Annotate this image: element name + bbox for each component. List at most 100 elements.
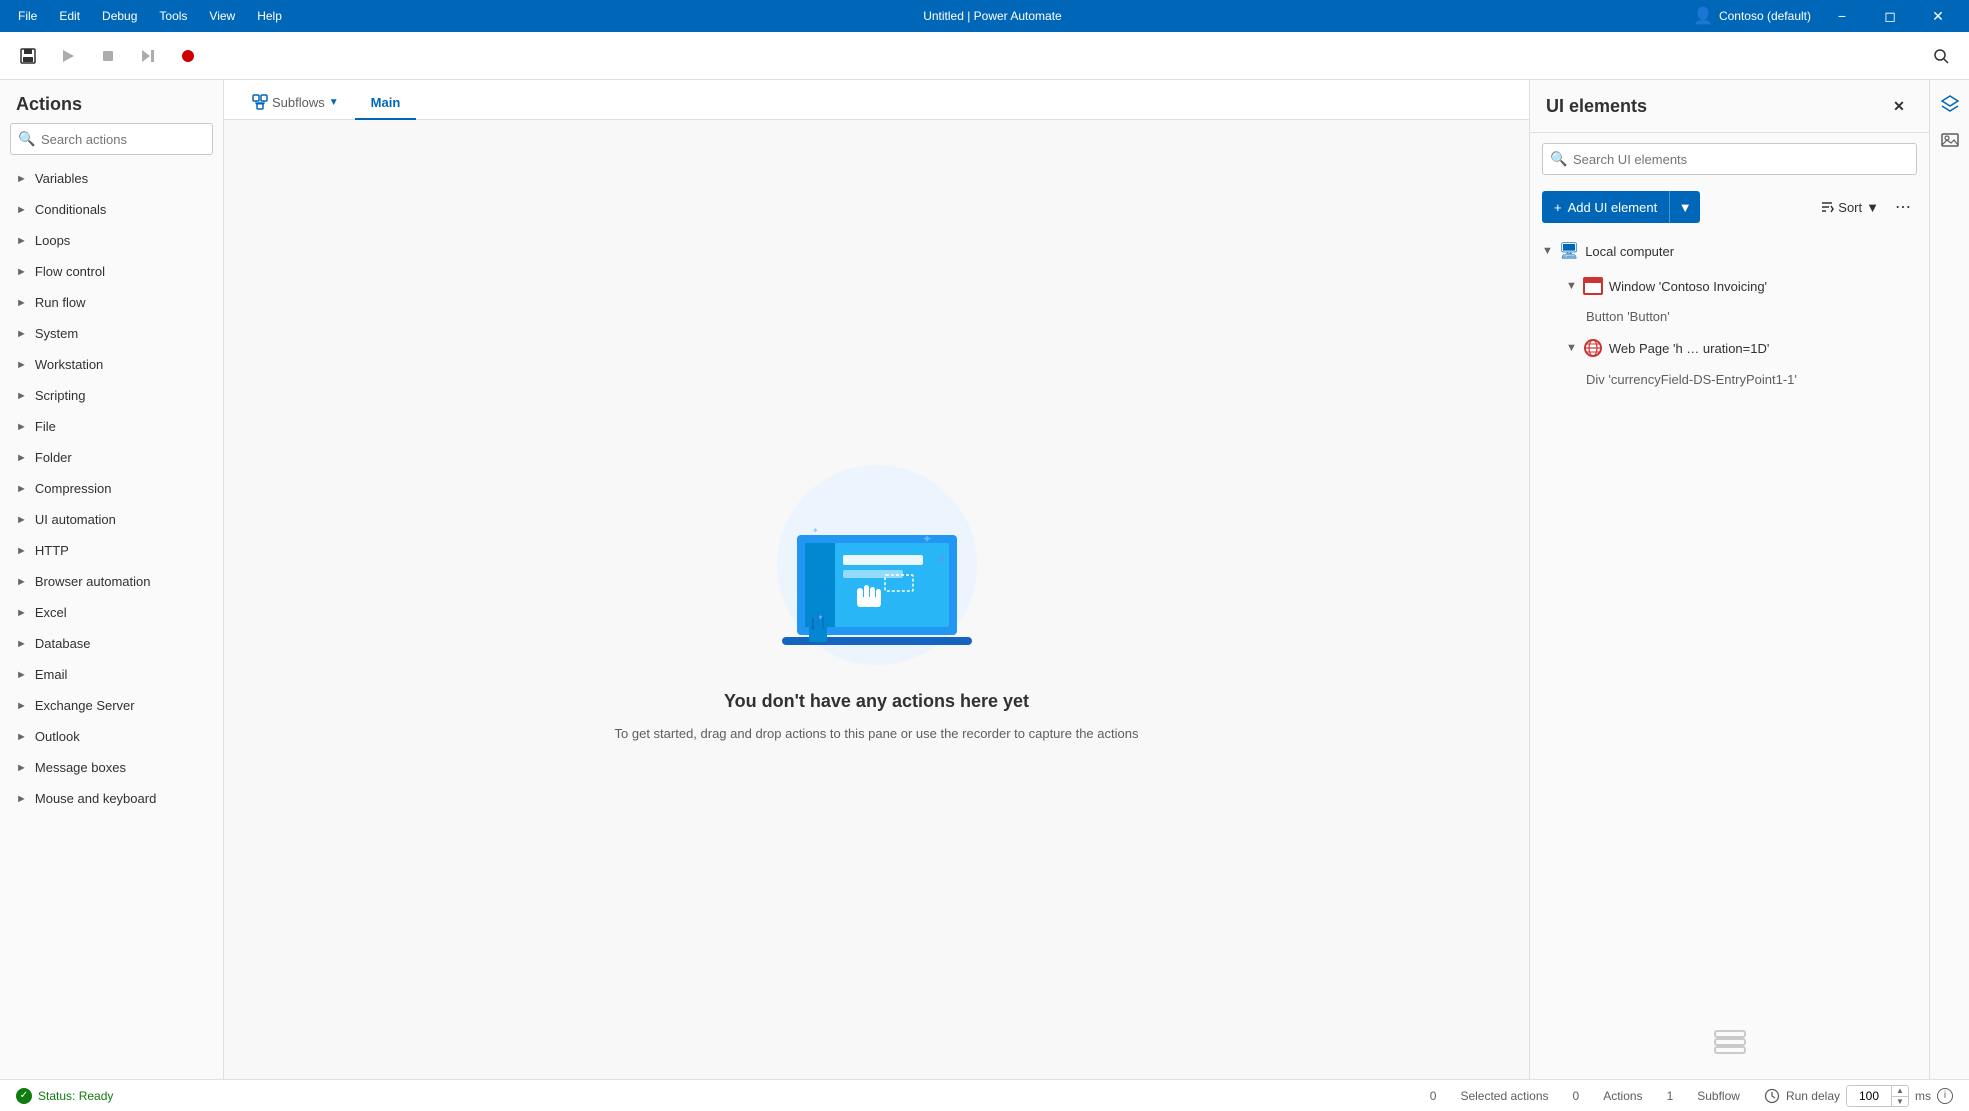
svg-text:✦: ✦ xyxy=(922,532,932,546)
menu-edit[interactable]: Edit xyxy=(49,5,90,27)
div-item-label: Div 'currencyField-DS-EntryPoint1-1' xyxy=(1586,372,1797,387)
ui-elements-header: UI elements ✕ xyxy=(1530,80,1929,133)
empty-state-title: You don't have any actions here yet xyxy=(724,691,1029,712)
app-body: Actions 🔍 ► Variables ► Conditionals ► L… xyxy=(0,32,1969,1111)
more-options-button[interactable]: ⋯ xyxy=(1889,193,1917,221)
image-sidebar-icon xyxy=(1940,130,1960,150)
action-item-scripting[interactable]: ► Scripting xyxy=(0,380,223,411)
tree-group-local: ▼ 🖥 Local computer ▼ Window 'Contoso Inv… xyxy=(1530,233,1929,397)
minimize-button[interactable]: − xyxy=(1819,0,1865,32)
action-item-mouse-keyboard[interactable]: ► Mouse and keyboard xyxy=(0,783,223,814)
chevron-right-icon: ► xyxy=(16,359,27,371)
close-button[interactable]: ✕ xyxy=(1915,0,1961,32)
sort-label: Sort xyxy=(1838,200,1862,215)
tab-subflows[interactable]: Subflows ▼ xyxy=(236,86,355,120)
svg-text:✦: ✦ xyxy=(935,552,948,569)
action-item-message-boxes[interactable]: ► Message boxes xyxy=(0,752,223,783)
toolbar xyxy=(0,32,1969,80)
chevron-right-icon: ► xyxy=(16,235,27,247)
action-item-browser-automation[interactable]: ► Browser automation xyxy=(0,566,223,597)
chevron-right-icon: ► xyxy=(16,607,27,619)
flow-tabs: Subflows ▼ Main xyxy=(224,80,1529,120)
globe-icon xyxy=(1583,338,1603,358)
account-info[interactable]: 👤 Contoso (default) xyxy=(1693,6,1811,26)
menu-tools[interactable]: Tools xyxy=(149,5,197,27)
tree-item-window[interactable]: ▼ Window 'Contoso Invoicing' xyxy=(1530,269,1929,303)
chevron-right-icon: ► xyxy=(16,514,27,526)
sort-controls: Sort ▼ ⋯ xyxy=(1814,193,1917,221)
menu-file[interactable]: File xyxy=(8,5,47,27)
run-delay-unit: ms xyxy=(1915,1089,1931,1103)
plus-icon: + xyxy=(1554,200,1562,215)
status-text: Status: Ready xyxy=(38,1089,113,1103)
chevron-right-icon: ► xyxy=(16,328,27,340)
ui-elements-tree: ▼ 🖥 Local computer ▼ Window 'Contoso Inv… xyxy=(1530,233,1929,999)
window-controls: − ◻ ✕ xyxy=(1819,0,1961,32)
chevron-right-icon: ► xyxy=(16,762,27,774)
run-delay-decrement[interactable]: ▼ xyxy=(1892,1096,1908,1107)
ui-elements-search-container: 🔍 xyxy=(1542,143,1917,175)
maximize-button[interactable]: ◻ xyxy=(1867,0,1913,32)
action-item-conditionals[interactable]: ► Conditionals xyxy=(0,194,223,225)
clock-icon xyxy=(1764,1088,1780,1104)
stop-button[interactable] xyxy=(92,40,124,72)
save-button[interactable] xyxy=(12,40,44,72)
menu-debug[interactable]: Debug xyxy=(92,5,147,27)
chevron-right-icon: ► xyxy=(16,669,27,681)
account-name: Contoso (default) xyxy=(1719,9,1811,23)
ui-elements-search-input[interactable] xyxy=(1542,143,1917,175)
tree-child-div[interactable]: Div 'currencyField-DS-EntryPoint1-1' xyxy=(1530,366,1929,393)
action-item-database[interactable]: ► Database xyxy=(0,628,223,659)
sort-chevron-icon: ▼ xyxy=(1866,200,1879,215)
subflow-label: Subflow xyxy=(1697,1089,1740,1103)
tree-child-button[interactable]: Button 'Button' xyxy=(1530,303,1929,330)
record-button[interactable] xyxy=(172,40,204,72)
action-item-variables[interactable]: ► Variables xyxy=(0,163,223,194)
add-ui-element-dropdown[interactable]: ▼ xyxy=(1670,191,1700,223)
sort-button[interactable]: Sort ▼ xyxy=(1814,196,1885,219)
action-item-compression[interactable]: ► Compression xyxy=(0,473,223,504)
tree-group-local-computer[interactable]: ▼ 🖥 Local computer xyxy=(1530,233,1929,269)
action-item-loops[interactable]: ► Loops xyxy=(0,225,223,256)
status-check-icon: ✓ xyxy=(16,1088,32,1104)
search-input[interactable] xyxy=(10,123,213,155)
window-icon xyxy=(1583,277,1603,295)
run-delay-info-icon[interactable]: i xyxy=(1937,1088,1953,1104)
action-item-flow-control[interactable]: ► Flow control xyxy=(0,256,223,287)
action-item-run-flow[interactable]: ► Run flow xyxy=(0,287,223,318)
window-item-label: Window 'Contoso Invoicing' xyxy=(1609,279,1767,294)
add-ui-element-button[interactable]: + Add UI element ▼ xyxy=(1542,191,1700,223)
run-button[interactable] xyxy=(52,40,84,72)
tree-item-webpage[interactable]: ▼ Web Page 'h … uration=1D' xyxy=(1530,330,1929,366)
empty-state: You don't have any actions here yet To g… xyxy=(615,691,1139,744)
chevron-right-icon: ► xyxy=(16,700,27,712)
search-toolbar-button[interactable] xyxy=(1925,40,1957,72)
action-item-system[interactable]: ► System xyxy=(0,318,223,349)
chevron-right-icon: ► xyxy=(16,204,27,216)
action-item-file[interactable]: ► File xyxy=(0,411,223,442)
panel-close-button[interactable]: ✕ xyxy=(1885,92,1913,120)
run-delay-group: Run delay ▲ ▼ ms i xyxy=(1764,1085,1953,1107)
action-item-workstation[interactable]: ► Workstation xyxy=(0,349,223,380)
sidebar-icon-layers[interactable] xyxy=(1934,88,1966,120)
action-item-email[interactable]: ► Email xyxy=(0,659,223,690)
titlebar-menu: File Edit Debug Tools View Help xyxy=(8,5,292,27)
run-delay-increment[interactable]: ▲ xyxy=(1892,1085,1908,1096)
run-delay-label: Run delay xyxy=(1786,1089,1840,1103)
action-item-excel[interactable]: ► Excel xyxy=(0,597,223,628)
run-delay-input[interactable] xyxy=(1847,1086,1891,1106)
button-item-label: Button 'Button' xyxy=(1586,309,1670,324)
tab-main[interactable]: Main xyxy=(355,87,417,120)
step-button[interactable] xyxy=(132,40,164,72)
action-item-ui-automation[interactable]: ► UI automation xyxy=(0,504,223,535)
menu-help[interactable]: Help xyxy=(247,5,292,27)
menu-view[interactable]: View xyxy=(199,5,245,27)
action-item-folder[interactable]: ► Folder xyxy=(0,442,223,473)
action-item-exchange-server[interactable]: ► Exchange Server xyxy=(0,690,223,721)
chevron-right-icon: ► xyxy=(16,638,27,650)
action-item-http[interactable]: ► HTTP xyxy=(0,535,223,566)
titlebar-right: 👤 Contoso (default) − ◻ ✕ xyxy=(1693,0,1961,32)
sidebar-icon-image[interactable] xyxy=(1934,124,1966,156)
sort-icon xyxy=(1820,200,1834,214)
action-item-outlook[interactable]: ► Outlook xyxy=(0,721,223,752)
